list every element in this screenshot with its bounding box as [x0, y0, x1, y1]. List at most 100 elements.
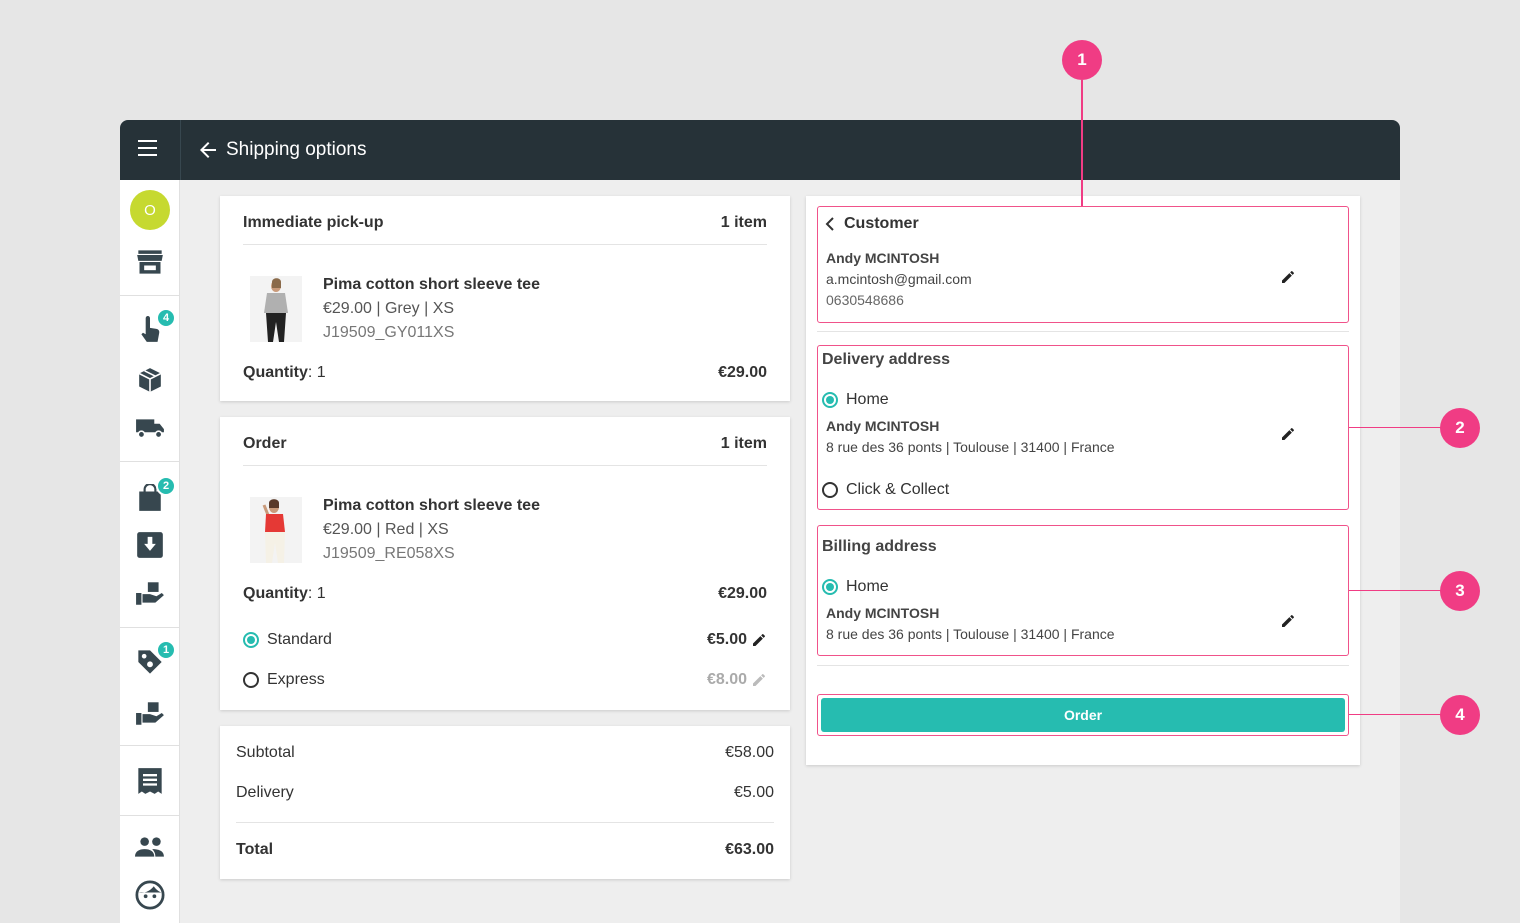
delivery-option-click-collect[interactable]: Click & Collect — [822, 481, 949, 499]
pickup-header: Immediate pick-up 1 item — [243, 214, 767, 232]
order-product-name[interactable]: Pima cotton short sleeve tee — [323, 497, 540, 515]
download-box-icon[interactable] — [120, 525, 180, 565]
receipt-icon[interactable] — [120, 761, 180, 801]
order-header: Order 1 item — [243, 435, 767, 453]
order-product-sku: J19509_RE058XS — [323, 545, 455, 562]
back-arrow-icon[interactable] — [196, 138, 220, 162]
product-image-red-tee[interactable] — [250, 497, 302, 563]
page-title: Shipping options — [226, 139, 367, 160]
callout-line-4 — [1349, 714, 1441, 715]
pickup-count: 1 item — [720, 214, 767, 231]
customer-email: a.mcintosh@gmail.com — [826, 271, 972, 287]
shopping-bag-icon[interactable]: 2 — [120, 476, 180, 518]
order-card: Order 1 item Pima cotton short sleeve te… — [220, 417, 790, 710]
subtotal-row: Subtotal €58.00 — [236, 744, 774, 762]
customer-section: Customer Andy MCINTOSH a.mcintosh@gmail.… — [817, 206, 1349, 323]
pickup-title: Immediate pick-up — [243, 214, 384, 231]
product-image-grey-tee[interactable] — [250, 276, 302, 342]
delivery-home-label: Home — [846, 391, 889, 408]
edit-delivery-address-icon[interactable] — [1280, 426, 1296, 442]
hand-badge: 4 — [156, 308, 176, 328]
pickup-product-sku: J19509_GY011XS — [323, 324, 455, 341]
delivery-address-title: Delivery address — [822, 351, 951, 368]
total-row: Total €63.00 — [236, 841, 774, 859]
subtotal-value: €58.00 — [725, 744, 774, 761]
radio-express[interactable] — [243, 672, 259, 688]
hand-package-icon[interactable] — [120, 693, 180, 733]
sidebar-separator — [120, 745, 180, 746]
radio-click-collect[interactable] — [822, 482, 838, 498]
subtotal-label: Subtotal — [236, 744, 295, 761]
tag-icon[interactable]: 1 — [120, 640, 180, 682]
radio-billing-home[interactable] — [822, 579, 838, 595]
pickup-product-name[interactable]: Pima cotton short sleeve tee — [323, 276, 540, 294]
pickup-product-details: €29.00 | Grey | XS — [323, 300, 455, 317]
quantity-value: : 1 — [307, 585, 326, 602]
top-bar: Shipping options — [120, 120, 1400, 180]
shipping-option-express[interactable]: Express €8.00 — [243, 671, 767, 689]
edit-pencil-icon[interactable] — [751, 632, 767, 648]
store-icon[interactable] — [120, 242, 180, 282]
user-avatar[interactable]: O — [120, 190, 180, 230]
avatar-letter: O — [130, 190, 170, 230]
quantity-value: : 1 — [307, 364, 326, 381]
menu-icon[interactable] — [138, 140, 160, 160]
sidebar: O 4 2 1 — [120, 180, 180, 923]
order-count: 1 item — [720, 435, 767, 452]
pickup-total: €29.00 — [718, 364, 767, 381]
edit-customer-icon[interactable] — [1280, 269, 1296, 285]
delivery-option-home[interactable]: Home — [822, 391, 889, 409]
order-quantity-row: Quantity: 1 €29.00 — [243, 585, 767, 603]
delivery-address-section: Delivery address Home Andy MCINTOSH 8 ru… — [817, 345, 1349, 510]
face-icon[interactable] — [120, 875, 180, 915]
chevron-left-icon[interactable] — [824, 217, 836, 231]
order-product-details: €29.00 | Red | XS — [323, 521, 449, 538]
divider — [243, 465, 767, 466]
delivery-address-line: 8 rue des 36 ponts | Toulouse | 31400 | … — [826, 439, 1115, 455]
radio-standard[interactable] — [243, 632, 259, 648]
billing-option-home[interactable]: Home — [822, 578, 889, 596]
delivery-label: Delivery — [236, 784, 294, 801]
total-label: Total — [236, 841, 274, 858]
shipping-option-standard[interactable]: Standard €5.00 — [243, 631, 767, 649]
customer-phone: 0630548686 — [826, 292, 904, 308]
callout-3: 3 — [1440, 571, 1480, 611]
sidebar-separator — [120, 295, 180, 296]
pickup-card: Immediate pick-up 1 item Pima cotton sho… — [220, 196, 790, 401]
app-window: Shipping options O 4 2 1 Immediate pick-… — [120, 120, 1400, 923]
billing-address-section: Billing address Home Andy MCINTOSH 8 rue… — [817, 525, 1349, 656]
callout-line-2 — [1349, 427, 1441, 428]
sidebar-separator — [120, 461, 180, 462]
divider — [817, 331, 1349, 332]
billing-address-line: 8 rue des 36 ponts | Toulouse | 31400 | … — [826, 626, 1115, 642]
people-icon[interactable] — [120, 827, 180, 867]
shipping-express-label: Express — [267, 671, 325, 688]
summary-card: Subtotal €58.00 Delivery €5.00 Total €63… — [220, 726, 790, 879]
customer-title: Customer — [844, 215, 919, 232]
callout-4: 4 — [1440, 695, 1480, 735]
package-icon[interactable] — [120, 360, 180, 400]
billing-home-label: Home — [846, 578, 889, 595]
order-button[interactable]: Order — [821, 698, 1345, 732]
delivery-value: €5.00 — [733, 784, 774, 801]
callout-1: 1 — [1062, 40, 1102, 80]
callout-line-1 — [1081, 80, 1083, 206]
truck-icon[interactable] — [120, 408, 180, 448]
customer-header[interactable]: Customer — [824, 215, 919, 233]
total-value: €63.00 — [725, 841, 774, 858]
edit-pencil-icon-disabled — [753, 674, 765, 686]
order-title: Order — [243, 435, 287, 452]
hand-pointer-icon[interactable]: 4 — [120, 308, 180, 350]
quantity-label: Quantity — [243, 585, 308, 602]
delivery-name: Andy MCINTOSH — [826, 418, 940, 434]
order-total: €29.00 — [718, 585, 767, 602]
radio-delivery-home[interactable] — [822, 392, 838, 408]
divider — [817, 665, 1349, 666]
edit-billing-address-icon[interactable] — [1280, 613, 1296, 629]
shipping-standard-label: Standard — [267, 631, 332, 648]
billing-address-title: Billing address — [822, 538, 937, 555]
callout-2: 2 — [1440, 408, 1480, 448]
hand-package-icon[interactable] — [120, 573, 180, 613]
divider — [243, 244, 767, 245]
billing-name: Andy MCINTOSH — [826, 605, 940, 621]
